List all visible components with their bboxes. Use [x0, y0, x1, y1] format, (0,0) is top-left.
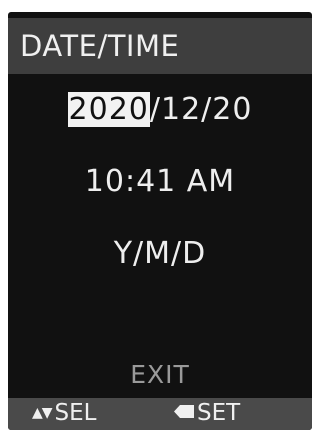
set-hint: SET [174, 400, 240, 426]
camera-settings-screen: DATE/TIME 2020/12/20 10:41 AM Y/M/D EXIT… [8, 12, 312, 430]
month-day-fields[interactable]: /12/20 [150, 92, 253, 127]
button-hints-bar: ▲▼ SEL SET [8, 398, 312, 430]
time-setting[interactable]: 10:41 AM [8, 164, 312, 199]
title-bar: DATE/TIME [8, 18, 312, 74]
set-label: SET [197, 400, 241, 426]
year-field-selected[interactable]: 2020 [67, 92, 150, 127]
select-hint: ▲▼ SEL [32, 400, 97, 426]
exit-option[interactable]: EXIT [8, 360, 312, 389]
up-down-arrows-icon: ▲▼ [32, 405, 53, 421]
date-format-setting[interactable]: Y/M/D [8, 236, 312, 271]
screen-title: DATE/TIME [20, 29, 180, 63]
back-arrow-icon [174, 405, 194, 418]
select-label: SEL [54, 400, 97, 426]
date-setting[interactable]: 2020/12/20 [8, 92, 312, 127]
